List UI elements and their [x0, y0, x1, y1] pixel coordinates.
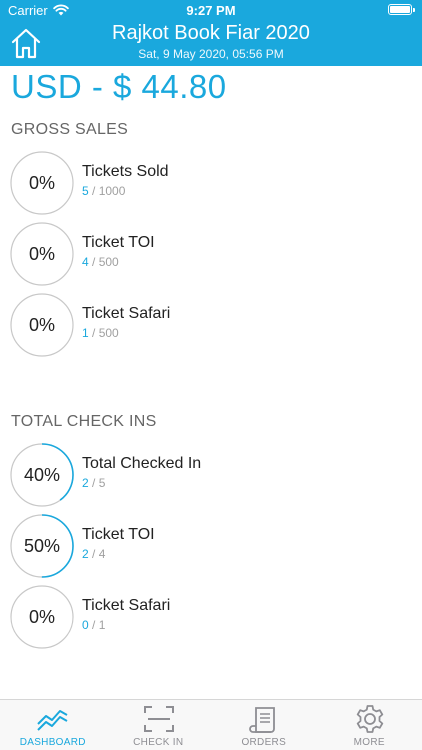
tab-label: MORE: [353, 737, 385, 748]
stat-row: 40% Total Checked In 2 / 5: [10, 443, 410, 507]
progress-ring: 50%: [10, 514, 74, 578]
stat-name: Total Checked In: [82, 455, 202, 472]
tab-orders[interactable]: ORDERS: [211, 700, 317, 750]
header: Carrier 9:27 PM Rajkot Book Fiar 2020 Sa…: [0, 0, 422, 66]
section-title-gross-sales: GROSS SALES: [11, 121, 129, 138]
stat-row: 0% Ticket TOI 4 / 500: [10, 222, 410, 286]
stat-name: Ticket Safari: [82, 305, 171, 322]
tab-label: CHECK IN: [133, 737, 184, 748]
receipt-icon: [249, 707, 275, 733]
stat-count-done: 5: [82, 184, 89, 198]
tab-label: DASHBOARD: [19, 737, 86, 748]
stat-name: Ticket TOI: [82, 526, 155, 543]
tab-bar: DASHBOARD CHECK IN ORDERS MORE: [0, 699, 422, 750]
progress-ring: 0%: [10, 585, 74, 649]
progress-percent: 0%: [28, 607, 55, 627]
tab-dashboard[interactable]: DASHBOARD: [0, 700, 106, 750]
stat-name: Ticket TOI: [82, 234, 155, 251]
progress-ring: 40%: [10, 443, 74, 507]
stat-count: 0 / 1: [82, 618, 105, 632]
stat-count-done: 2: [82, 476, 89, 490]
progress-percent: 0%: [28, 315, 55, 335]
chart-icon: [37, 710, 68, 731]
stat-count-done: 4: [82, 255, 89, 269]
stat-count: 2 / 4: [82, 547, 105, 561]
stat-count-total: / 500: [88, 255, 119, 269]
tab-label: ORDERS: [241, 737, 287, 748]
stat-row: 0% Ticket Safari 0 / 1: [10, 585, 410, 649]
stat-name: Tickets Sold: [82, 163, 169, 180]
progress-percent: 0%: [28, 173, 55, 193]
stat-row: 0% Tickets Sold 5 / 1000: [10, 151, 410, 215]
event-date: Sat, 9 May 2020, 05:56 PM: [138, 47, 284, 61]
status-bar: Carrier 9:27 PM: [0, 0, 422, 20]
section-title-check-ins: TOTAL CHECK INS: [11, 413, 157, 430]
tab-more[interactable]: MORE: [317, 700, 422, 750]
progress-percent: 50%: [23, 536, 61, 556]
clock: 9:27 PM: [186, 3, 236, 18]
stat-count-done: 0: [82, 618, 89, 632]
stat-count: 4 / 500: [82, 255, 119, 269]
stat-count-total: / 1: [88, 618, 106, 632]
scan-icon: [143, 706, 174, 732]
tab-check-in[interactable]: CHECK IN: [106, 700, 212, 750]
stat-count-total: / 5: [88, 476, 106, 490]
stat-count-done: 1: [82, 326, 89, 340]
progress-percent: 0%: [28, 244, 55, 264]
stat-count: 2 / 5: [82, 476, 105, 490]
stat-count-total: / 500: [88, 326, 119, 340]
stat-count-done: 2: [82, 547, 89, 561]
stat-count: 1 / 500: [82, 326, 119, 340]
total-amount: USD - $ 44.80: [11, 68, 227, 105]
gear-icon: [356, 705, 383, 733]
stat-row: 50% Ticket TOI 2 / 4: [10, 514, 410, 578]
progress-percent: 40%: [23, 465, 61, 485]
progress-ring: 0%: [10, 222, 74, 286]
stat-count-total: / 4: [88, 547, 106, 561]
stat-count-total: / 1000: [88, 184, 126, 198]
event-title: Rajkot Book Fiar 2020: [112, 22, 310, 44]
progress-ring: 0%: [10, 151, 74, 215]
stat-count: 5 / 1000: [82, 184, 125, 198]
stat-name: Ticket Safari: [82, 597, 171, 614]
battery-icon: [388, 4, 415, 15]
progress-ring: 0%: [10, 293, 74, 357]
stat-row: 0% Ticket Safari 1 / 500: [10, 293, 410, 357]
